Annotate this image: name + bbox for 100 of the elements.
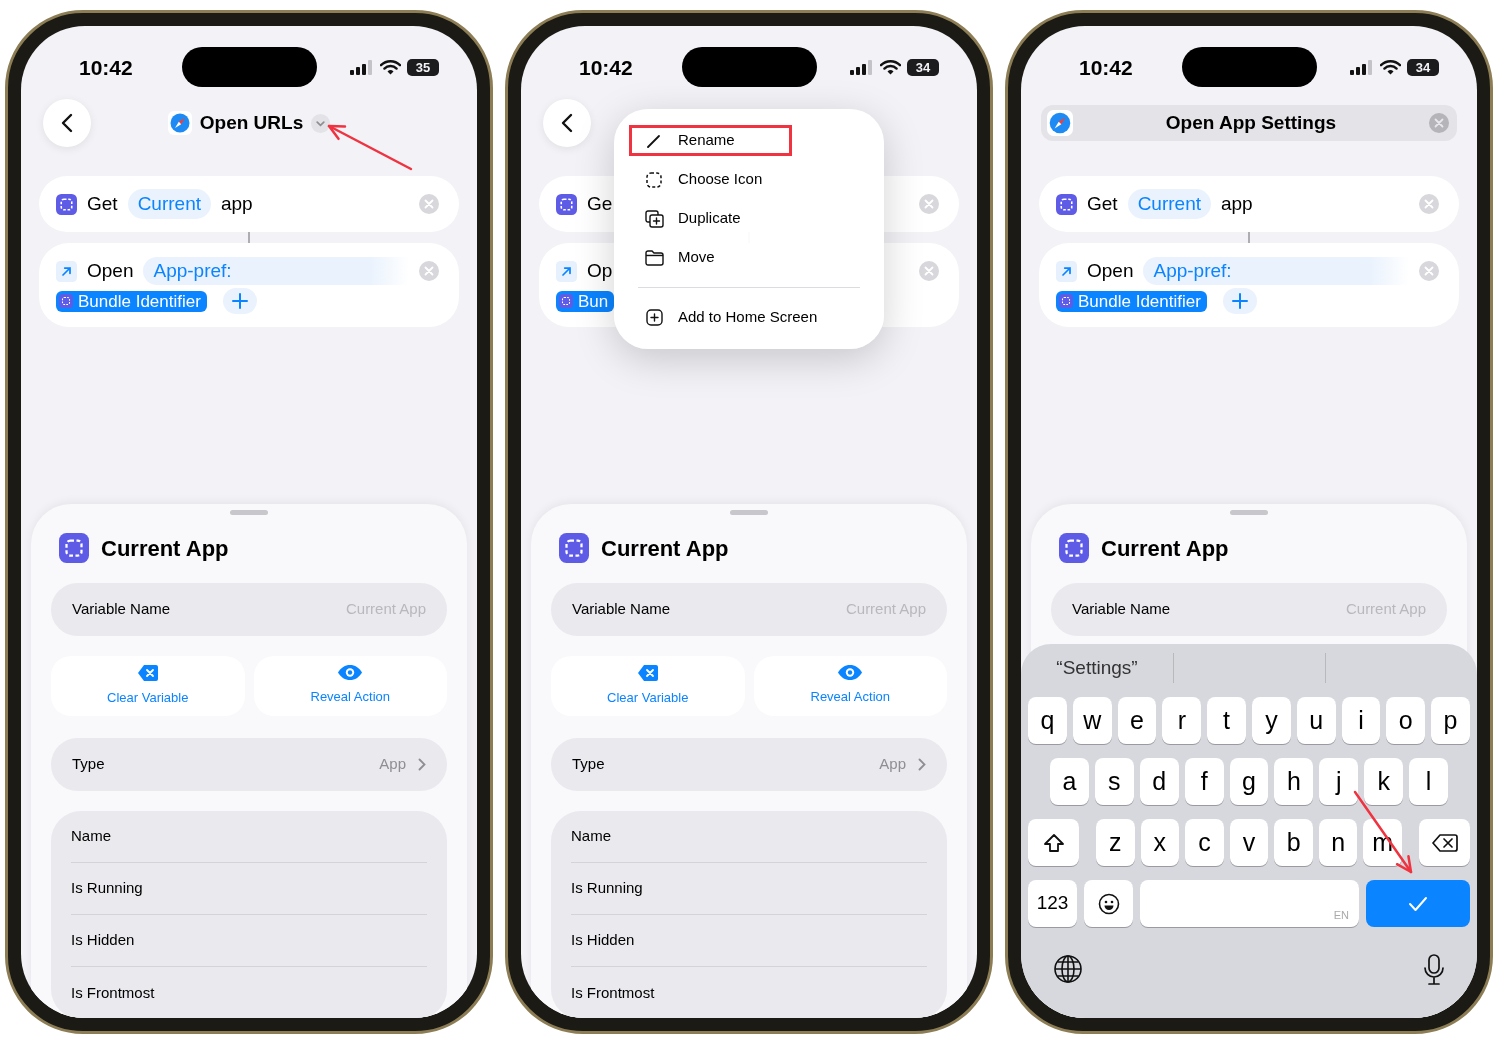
delete-key[interactable]	[1419, 819, 1470, 866]
keyboard-key[interactable]: n	[1318, 819, 1358, 866]
variable-chip[interactable]: Bundle Identifier	[1056, 290, 1207, 312]
property-label[interactable]: Is Hidden	[571, 929, 635, 952]
type-row[interactable]: Type App	[551, 738, 947, 791]
shortcut-name-input[interactable]: Open App Settings	[1079, 108, 1423, 138]
action-card[interactable]: Get Current app	[1039, 176, 1459, 232]
keyboard-key[interactable]: y	[1252, 697, 1291, 744]
field-label: Variable Name	[72, 599, 171, 620]
keyboard-key[interactable]: s	[1094, 758, 1134, 805]
action-text: Ge	[587, 191, 613, 216]
sheet-handle[interactable]	[730, 510, 768, 515]
wifi-icon	[380, 59, 401, 75]
property-label[interactable]: Name	[71, 825, 111, 848]
sheet-title: Current App	[1101, 534, 1229, 563]
menu-item[interactable]: Add to Home Screen	[614, 298, 884, 337]
keyboard-key[interactable]: d	[1139, 758, 1179, 805]
menu-item[interactable]: Duplicate	[614, 199, 884, 238]
shortcut-title[interactable]: Open URLs	[199, 108, 304, 138]
emoji-key[interactable]	[1084, 880, 1133, 927]
type-row[interactable]: Type App	[51, 738, 447, 791]
back-button[interactable]	[43, 99, 91, 147]
clear-icon[interactable]	[1419, 261, 1439, 281]
variable-chip[interactable]: Bundle Identifier	[56, 290, 207, 312]
variable-icon	[59, 294, 73, 308]
sheet-handle[interactable]	[230, 510, 268, 515]
action-card[interactable]: Get Current app	[39, 176, 459, 232]
action-card[interactable]: Open App-pref: Bundle Identifier	[39, 243, 459, 327]
keyboard-key[interactable]: g	[1229, 758, 1269, 805]
action-text: Open	[87, 258, 134, 283]
keyboard-key[interactable]: p	[1431, 697, 1470, 744]
clear-icon[interactable]	[919, 194, 939, 214]
keyboard-key[interactable]: o	[1386, 697, 1426, 744]
clear-icon[interactable]	[1429, 113, 1449, 133]
sheet-handle[interactable]	[1230, 510, 1268, 515]
variable-icon	[559, 294, 573, 308]
keyboard-key[interactable]: i	[1341, 697, 1381, 744]
back-button[interactable]	[543, 99, 591, 147]
menu-item[interactable]: Rename	[614, 121, 884, 160]
keyboard-key[interactable]: q	[1028, 697, 1067, 744]
variable-chip[interactable]: Bun	[556, 290, 615, 312]
keyboard-key[interactable]: u	[1296, 697, 1336, 744]
menu-item[interactable]: Move	[614, 238, 884, 277]
clear-icon[interactable]	[919, 261, 939, 281]
arrow-up-right-icon	[56, 260, 77, 282]
clear-icon[interactable]	[419, 194, 439, 214]
back-icon	[61, 113, 73, 133]
keyboard-key[interactable]: b	[1274, 819, 1313, 866]
action-card[interactable]: Open App-pref: Bundle Identifier	[1039, 243, 1459, 327]
add-button[interactable]	[1222, 288, 1257, 314]
keyboard-key[interactable]: v	[1229, 819, 1269, 866]
done-key[interactable]	[1366, 880, 1470, 927]
microphone-icon[interactable]	[1423, 954, 1445, 986]
add-square-icon	[645, 309, 663, 326]
action-text: Op	[587, 258, 613, 283]
keyboard-key[interactable]: e	[1117, 697, 1157, 744]
keyboard-key[interactable]: l	[1409, 758, 1448, 805]
keyboard-key[interactable]: h	[1274, 758, 1314, 805]
keyboard-key[interactable]: c	[1185, 819, 1224, 866]
numbers-key[interactable]: 123	[1028, 880, 1077, 927]
property-label[interactable]: Name	[571, 825, 611, 848]
keyboard-key[interactable]: z	[1096, 819, 1135, 866]
keyboard-key[interactable]: w	[1072, 697, 1112, 744]
status-time: 10:42	[579, 56, 633, 78]
sheet-action-button[interactable]: Clear Variable	[51, 656, 245, 716]
keyboard-key[interactable]: r	[1162, 697, 1202, 744]
property-label[interactable]: Is Hidden	[71, 929, 135, 952]
sheet-action-button[interactable]: Clear Variable	[551, 656, 745, 716]
battery-level: 34	[907, 58, 939, 76]
add-button[interactable]	[222, 288, 257, 314]
property-label[interactable]: Is Running	[71, 877, 143, 900]
dashed-square-icon	[645, 170, 663, 189]
property-label[interactable]: Is Frontmost	[71, 981, 155, 1005]
clear-icon[interactable]	[1419, 194, 1439, 214]
sheet-action-button[interactable]: Reveal Action	[753, 656, 947, 716]
keyboard-key[interactable]: x	[1140, 819, 1180, 866]
delete-icon	[1431, 833, 1458, 852]
duplicate-icon	[644, 209, 664, 228]
keyboard-key[interactable]: t	[1207, 697, 1246, 744]
sheet-action-button[interactable]: Reveal Action	[253, 656, 447, 716]
property-label[interactable]: Is Running	[571, 877, 643, 900]
shortcut-name-field[interactable]: Open App Settings	[1041, 105, 1457, 141]
globe-icon[interactable]	[1053, 954, 1083, 984]
clear-icon[interactable]	[419, 261, 439, 281]
keyboard-key[interactable]: j	[1319, 758, 1359, 805]
plus-icon	[230, 292, 249, 310]
chevron-right-icon	[918, 758, 926, 771]
keyboard-key[interactable]: f	[1184, 758, 1224, 805]
property-label[interactable]: Is Frontmost	[571, 981, 655, 1005]
menu-item[interactable]: Choose Icon	[614, 160, 884, 199]
shift-key[interactable]	[1028, 819, 1079, 866]
checkmark-icon	[1408, 895, 1428, 912]
keyboard-key[interactable]: k	[1364, 758, 1404, 805]
variable-icon	[556, 193, 577, 215]
chevron-down-icon[interactable]	[311, 113, 331, 133]
suggestion[interactable]: “Settings”	[1056, 653, 1138, 683]
battery-level: 34	[1407, 58, 1439, 76]
keyboard-key[interactable]: a	[1050, 758, 1089, 805]
wifi-icon	[1380, 59, 1401, 75]
delete-tag-icon	[137, 664, 158, 681]
